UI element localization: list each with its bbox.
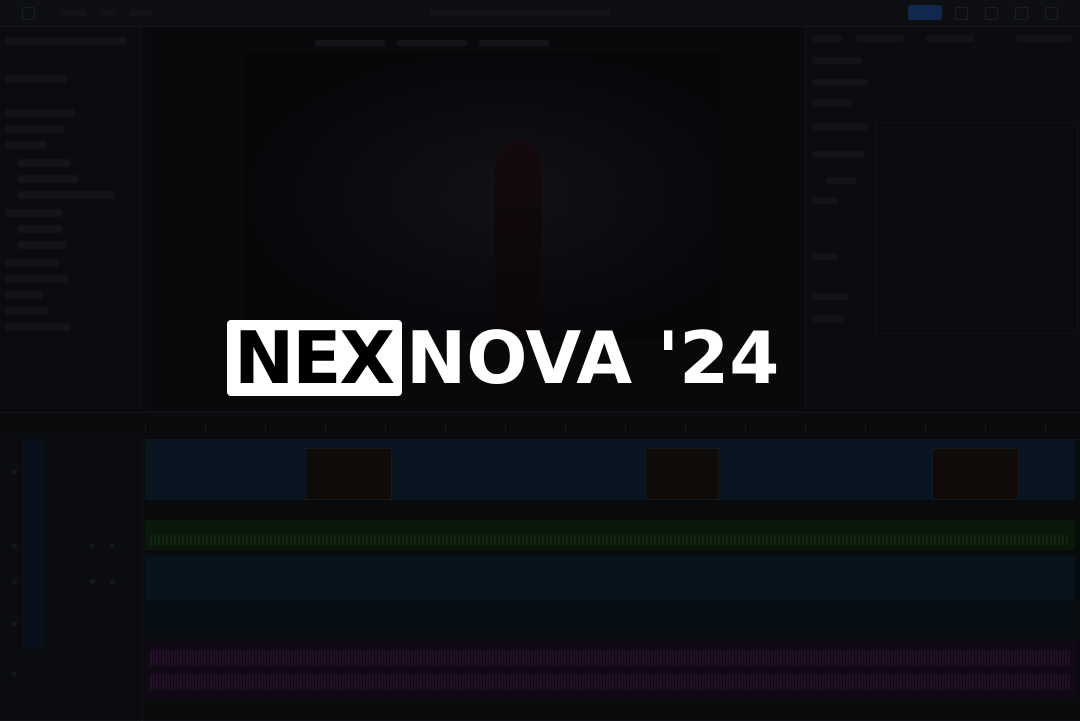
logo-boxed-text: NEX [234,316,395,400]
logo-text: NOVA '24 [405,316,780,400]
logo-box: NEX [227,320,402,396]
event-logo: NEX NOVA '24 [227,316,779,400]
